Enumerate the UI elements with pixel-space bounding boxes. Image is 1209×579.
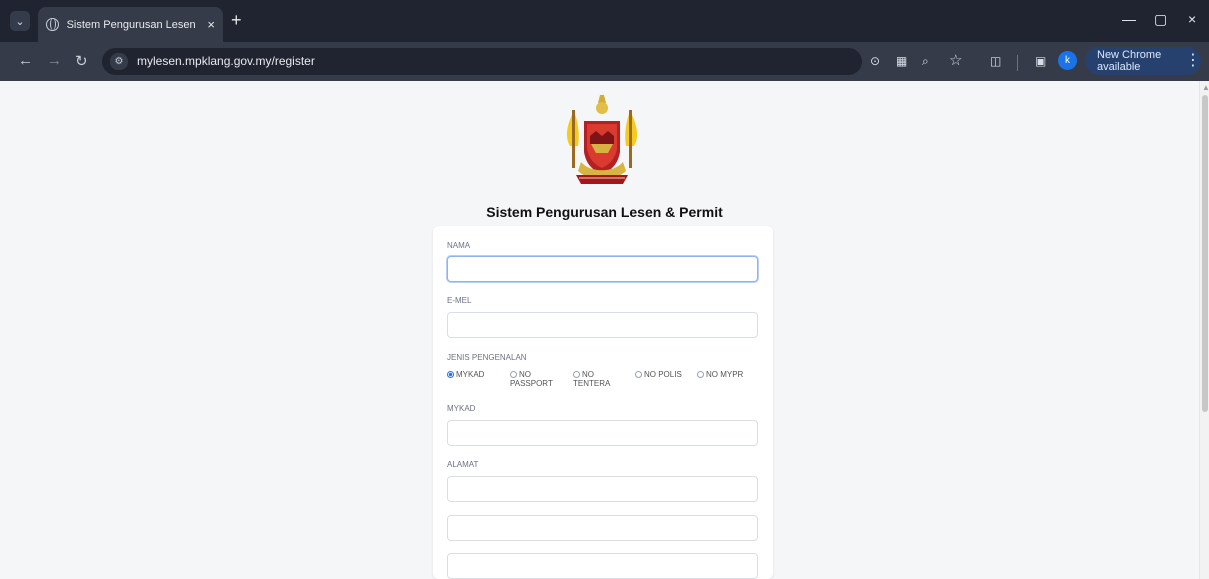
back-icon[interactable]: ← xyxy=(18,52,33,69)
radio-mykad[interactable]: MYKAD xyxy=(447,370,484,379)
close-tab-button[interactable]: × xyxy=(207,17,215,32)
address-line-1-input[interactable] xyxy=(447,476,758,502)
tab-search-button[interactable]: ⌄ xyxy=(10,11,30,31)
radio-selected-icon xyxy=(447,371,454,378)
side-panel-icon[interactable]: ▣ xyxy=(1035,54,1046,68)
radio-no-passport[interactable]: NO PASSPORT xyxy=(510,370,568,388)
update-label: New Chrome available xyxy=(1097,49,1162,73)
radio-empty-icon xyxy=(635,371,642,378)
bookmark-star-icon[interactable]: ☆ xyxy=(949,51,962,69)
minimize-icon[interactable]: — xyxy=(1122,11,1136,27)
extensions-icon[interactable]: ◫ xyxy=(990,54,1001,68)
mykad-input[interactable] xyxy=(447,420,758,446)
radio-empty-icon xyxy=(510,371,517,378)
browser-toolbar: ← → ↻ ⚙ mylesen.mpklang.gov.my/register … xyxy=(0,42,1209,81)
address-line-2-input[interactable] xyxy=(447,515,758,541)
radio-no-mypr[interactable]: NO MYPR xyxy=(697,370,743,379)
globe-icon xyxy=(46,18,59,31)
menu-dots-icon[interactable]: ⋮ xyxy=(1185,53,1201,69)
browser-tab[interactable]: Sistem Pengurusan Lesen & Per × xyxy=(38,7,223,42)
tab-title: Sistem Pengurusan Lesen & Per xyxy=(66,18,200,31)
chrome-update-button[interactable]: New Chrome available ⋮ xyxy=(1085,47,1201,75)
address-bar[interactable]: ⚙ mylesen.mpklang.gov.my/register xyxy=(102,48,862,75)
radio-no-polis[interactable]: NO POLIS xyxy=(635,370,682,379)
email-label: E-MEL xyxy=(447,296,472,305)
profile-avatar[interactable]: k xyxy=(1058,51,1077,70)
radio-empty-icon xyxy=(573,371,580,378)
new-tab-button[interactable]: + xyxy=(231,11,242,29)
mykad-label: MYKAD xyxy=(447,404,476,413)
municipal-crest-logo xyxy=(566,95,638,184)
scroll-up-arrow-icon[interactable]: ▲ xyxy=(1202,83,1209,92)
scrollbar-thumb[interactable] xyxy=(1202,95,1208,412)
email-input[interactable] xyxy=(447,312,758,338)
close-window-icon[interactable]: × xyxy=(1188,11,1196,27)
password-key-icon[interactable]: ⊙ xyxy=(870,54,880,68)
address-line-3-input[interactable] xyxy=(447,553,758,579)
identification-type-label: JENIS PENGENALAN xyxy=(447,353,527,362)
radio-empty-icon xyxy=(697,371,704,378)
page-scrollbar[interactable]: ▲ xyxy=(1199,81,1209,579)
url-text: mylesen.mpklang.gov.my/register xyxy=(137,54,315,68)
toolbar-separator xyxy=(1017,55,1018,71)
page-title: Sistem Pengurusan Lesen & Permit xyxy=(486,204,723,220)
identification-type-radio-group: MYKAD NO PASSPORT NO TENTERA NO POLIS NO… xyxy=(447,370,767,398)
browser-tab-bar: ⌄ Sistem Pengurusan Lesen & Per × + — ▢ … xyxy=(0,0,1209,42)
restore-icon[interactable]: ▢ xyxy=(1154,11,1167,28)
nama-label: NAMA xyxy=(447,241,471,250)
nama-input[interactable] xyxy=(447,256,758,282)
reload-icon[interactable]: ↻ xyxy=(75,52,88,70)
translate-icon[interactable]: ▦ xyxy=(896,54,907,68)
zoom-icon[interactable]: ⌕ xyxy=(922,54,929,69)
address-label: ALAMAT xyxy=(447,460,479,469)
radio-no-tentera[interactable]: NO TENTERA xyxy=(573,370,628,388)
forward-icon: → xyxy=(47,52,62,69)
site-settings-icon[interactable]: ⚙ xyxy=(110,53,128,70)
